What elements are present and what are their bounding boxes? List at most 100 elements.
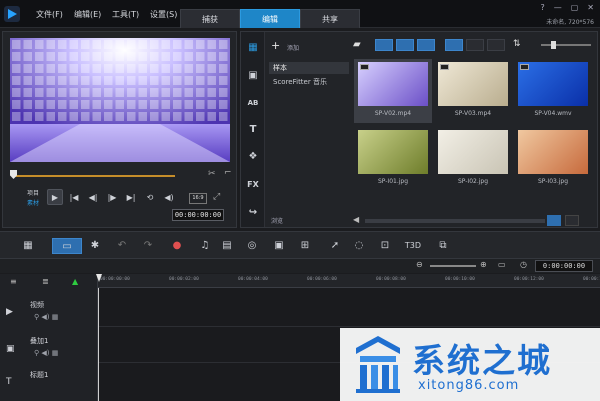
preview-tile [196, 88, 205, 97]
preview-tile [127, 52, 136, 61]
scrubber[interactable]: ✂ ⌐ [10, 168, 232, 182]
redo-icon[interactable]: ↷ [142, 238, 154, 254]
menu-settings[interactable]: 设置(S) [150, 9, 177, 20]
maximize-icon[interactable]: ▢ [571, 3, 579, 12]
title-icon[interactable]: T [246, 123, 260, 137]
split-screen-icon[interactable]: ⧉ [436, 238, 450, 254]
tab-edit[interactable]: 编辑 [240, 9, 300, 28]
list-view-button[interactable] [466, 39, 484, 51]
media-thumbnail[interactable]: SP-I03.jpg [514, 127, 592, 191]
subtitle-editor-icon[interactable]: ▣ [272, 238, 286, 254]
split-clip-icon[interactable]: ✂ [208, 169, 216, 179]
motion-tracking-icon[interactable]: ◎ [245, 238, 259, 254]
mode-project[interactable]: 项目 [27, 188, 39, 197]
thumbnail-size-slider[interactable] [541, 41, 591, 49]
overlay-track-tools[interactable]: ⚲ ◀) ▦ [34, 349, 58, 357]
toolbar-settings-icon[interactable]: ✱ [88, 238, 102, 254]
library-view-icon[interactable] [547, 215, 561, 226]
sound-mixer-icon[interactable]: ♫ [198, 238, 212, 254]
trim-range[interactable] [14, 175, 175, 177]
auto-music-icon[interactable]: ▤ [220, 238, 234, 254]
folder-scorefitter[interactable]: ScoreFitter 音乐 [269, 76, 349, 88]
mask-creator-icon[interactable]: ◌ [352, 238, 366, 254]
multi-camera-icon[interactable]: ⊞ [298, 238, 312, 254]
media-thumbnail[interactable]: SP-V02.mp4 [354, 59, 432, 123]
path-icon[interactable]: ↪ [246, 206, 260, 220]
minimize-icon[interactable]: — [554, 3, 562, 12]
menu-edit[interactable]: 编辑(E) [74, 9, 101, 20]
instant-project-icon[interactable]: ▣ [246, 69, 260, 83]
scrubber-handle[interactable] [10, 170, 17, 179]
zoom-slider[interactable] [430, 265, 476, 267]
play-button[interactable]: ▶ [47, 189, 63, 205]
undo-icon[interactable]: ↶ [116, 238, 128, 254]
library-category-bar: ▦ ▣ AB T ❖ FX ↪ [241, 32, 265, 227]
scroll-left-icon[interactable]: ◀ [353, 215, 359, 224]
time-remapping-icon[interactable]: ➚ [328, 238, 342, 254]
record-capture-icon[interactable]: ● [170, 238, 184, 254]
thumbnail-view-button[interactable] [445, 39, 463, 51]
preview-tile [12, 100, 21, 109]
media-thumbnail[interactable]: SP-V03.mp4 [434, 59, 512, 123]
next-frame-button[interactable]: |▶ [104, 189, 120, 205]
sort-icon[interactable]: ⇅ [513, 39, 521, 49]
aspect-ratio-button[interactable]: 16:9 [189, 193, 207, 204]
fit-project-icon[interactable]: ▭ [498, 260, 506, 269]
preview-tile [219, 76, 228, 85]
timeline-timecode[interactable]: 0:00:00:00 [535, 260, 593, 272]
media-thumbnail[interactable]: SP-I02.jpg [434, 127, 512, 191]
graphics-icon[interactable]: ❖ [246, 150, 260, 164]
show-video-button[interactable] [375, 39, 393, 51]
timeline-ruler[interactable]: 00:00:00:00 00:00:02:00 00:00:04:00 00:00:0… [98, 274, 600, 288]
video-track-tools[interactable]: ⚲ ◀) ▦ [34, 313, 58, 321]
preview-window[interactable] [10, 38, 230, 162]
storyboard-view-icon[interactable]: ▦ [20, 238, 36, 254]
add-folder-label[interactable]: 添加 [287, 43, 299, 52]
menu-tools[interactable]: 工具(T) [112, 9, 139, 20]
media-thumbnail[interactable]: SP-I01.jpg [354, 127, 432, 191]
tab-capture[interactable]: 捕获 [180, 9, 240, 28]
add-folder-icon[interactable]: + [271, 39, 280, 52]
volume-icon[interactable]: ◀) [161, 189, 177, 205]
enlarge-icon[interactable]: ⤢ [213, 192, 220, 202]
chapter-point-icon[interactable]: ≣ [42, 277, 49, 286]
watermark-title: 系统之城 [412, 341, 552, 380]
zoom-out-icon[interactable]: ⊖ [416, 260, 423, 269]
show-photo-button[interactable] [396, 39, 414, 51]
media-thumbnail[interactable]: SP-V04.wmv [514, 59, 592, 123]
home-button[interactable]: |◀ [66, 189, 82, 205]
timeline-view-icon[interactable]: ▭ [52, 238, 82, 254]
close-icon[interactable]: ✕ [587, 3, 594, 12]
transition-icon[interactable]: AB [246, 96, 260, 110]
zoom-in-icon[interactable]: ⊕ [480, 260, 487, 269]
track-manager-icon[interactable]: ≡ [10, 277, 17, 286]
mode-clip[interactable]: 素材 [27, 198, 39, 207]
video-badge-icon [520, 64, 529, 70]
preview-tile [58, 88, 67, 97]
help-icon[interactable]: ? [540, 3, 544, 12]
preview-tile [12, 40, 21, 49]
tab-share[interactable]: 共享 [300, 9, 360, 28]
import-folder-icon[interactable]: ▰ [353, 39, 361, 50]
preview-tile [138, 112, 147, 121]
repeat-icon[interactable]: ⟲ [142, 189, 158, 205]
player-timecode[interactable]: 00:00:00:00 [172, 209, 224, 221]
3d-title-icon[interactable]: T3D [404, 238, 422, 254]
browse-button[interactable]: 浏览 [271, 216, 283, 225]
folder-samples[interactable]: 样本 [269, 62, 349, 74]
detail-view-button[interactable] [487, 39, 505, 51]
prev-frame-button[interactable]: ◀| [85, 189, 101, 205]
end-button[interactable]: ▶| [123, 189, 139, 205]
menu-file[interactable]: 文件(F) [36, 9, 63, 20]
show-audio-button[interactable] [417, 39, 435, 51]
library-options-icon[interactable] [565, 215, 579, 226]
media-icon[interactable]: ▦ [246, 41, 260, 55]
mark-in-out-icon[interactable]: ⌐ [224, 168, 232, 178]
preview-tile [150, 52, 159, 61]
pan-zoom-icon[interactable]: ⊡ [378, 238, 392, 254]
preview-tile [81, 88, 90, 97]
filter-icon[interactable]: FX [246, 178, 260, 192]
add-cue-icon[interactable]: ▲ [72, 277, 78, 286]
preview-tile [92, 100, 101, 109]
library-scrollbar[interactable] [365, 219, 545, 223]
